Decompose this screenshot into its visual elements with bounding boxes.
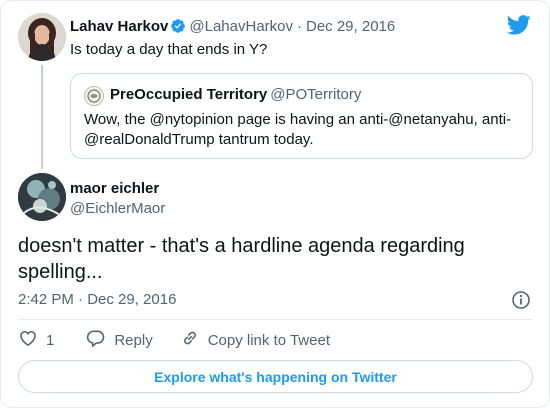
parent-tweet-date[interactable]: Dec 29, 2016 <box>306 18 395 35</box>
copy-link-button[interactable]: Copy link to Tweet <box>180 328 330 352</box>
actions-divider <box>18 319 532 320</box>
copy-link-label: Copy link to Tweet <box>207 331 330 349</box>
main-tweet-text: doesn't matter - that's a hardline agend… <box>18 235 465 283</box>
parent-author-handle[interactable]: @LahavHarkov <box>189 18 293 35</box>
main-author-name[interactable]: maor eichler <box>70 180 159 197</box>
reply-button[interactable]: Reply <box>86 328 153 352</box>
explore-twitter-button[interactable]: Explore what's happening on Twitter <box>18 360 533 393</box>
tweet-actions-bar: 1 Reply Copy link to Tweet <box>18 329 330 351</box>
reply-label: Reply <box>114 331 153 349</box>
like-button[interactable]: 1 <box>18 328 54 352</box>
quoted-tweet[interactable]: PreOccupied Territory @POTerritory Wow, t… <box>70 73 533 159</box>
quoted-tweet-text: Wow, the @nytopinion page is having an a… <box>84 111 512 148</box>
like-count: 1 <box>46 331 55 349</box>
main-author-avatar[interactable] <box>18 173 66 221</box>
reply-bubble-icon <box>86 328 114 352</box>
quoted-tweet-header: PreOccupied Territory @POTerritory <box>110 86 361 103</box>
parent-author-name[interactable]: Lahav Harkov <box>70 18 168 35</box>
quoted-author-name: PreOccupied Territory <box>110 86 268 103</box>
meta-separator: · <box>297 18 302 35</box>
embedded-tweet-card: Lahav Harkov @LahavHarkov · Dec 29, 2016 Is… <box>0 0 550 408</box>
main-tweet-timestamp[interactable]: 2:42 PM · Dec 29, 2016 <box>18 291 176 308</box>
quoted-author-handle: @POTerritory <box>270 86 362 103</box>
parent-author-avatar[interactable] <box>18 13 66 61</box>
parent-tweet-header: Lahav Harkov @LahavHarkov · Dec 29, 2016 <box>70 18 395 38</box>
main-author-handle[interactable]: @EichlerMaor <box>70 200 165 217</box>
info-icon[interactable] <box>511 290 531 315</box>
link-icon <box>180 328 208 352</box>
verified-badge-icon <box>170 18 186 38</box>
heart-icon <box>18 328 38 352</box>
parent-tweet-text: Is today a day that ends in Y? <box>70 41 268 58</box>
twitter-bird-icon[interactable] <box>506 15 531 40</box>
thread-connector-line <box>41 65 43 169</box>
quoted-author-avatar <box>84 86 104 106</box>
